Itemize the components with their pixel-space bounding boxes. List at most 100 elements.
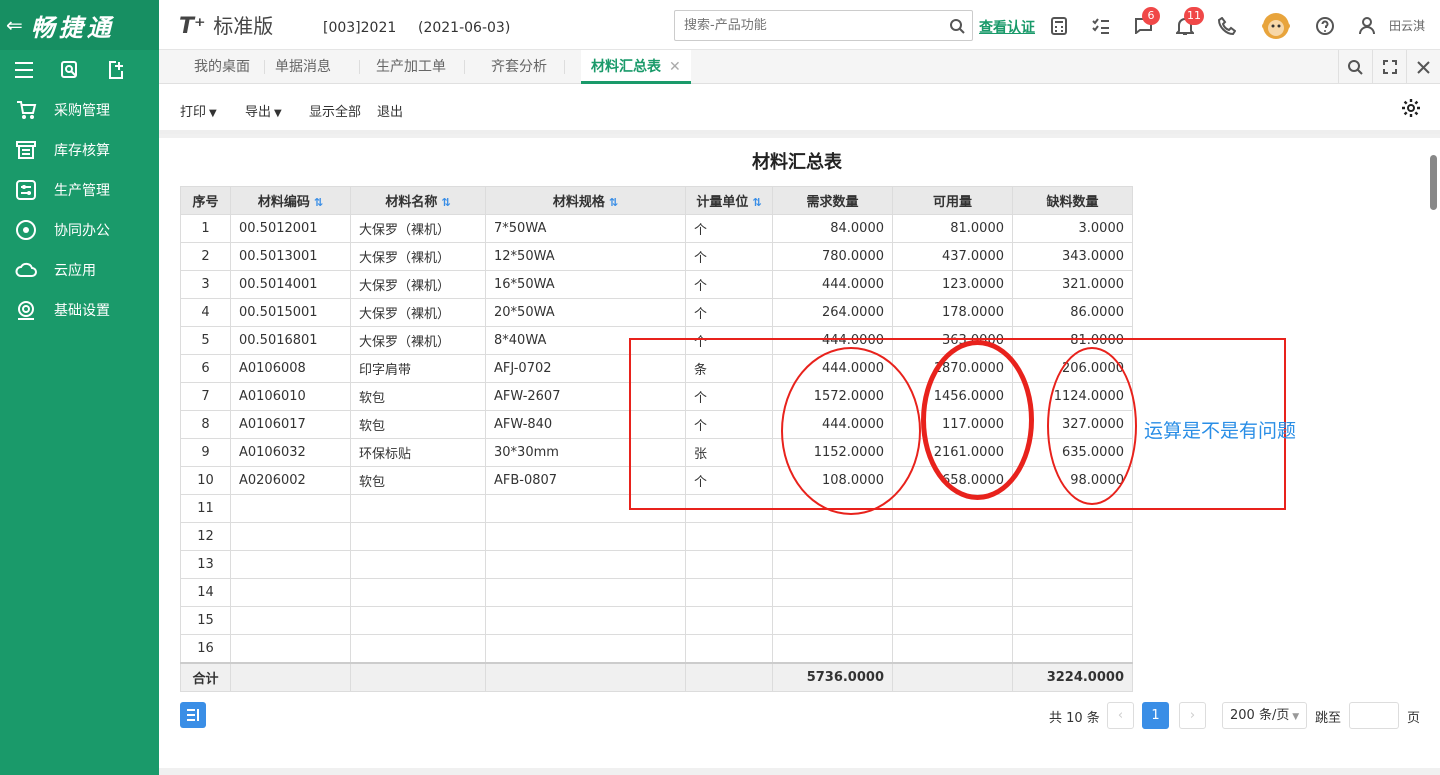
tab-production-order[interactable]: 生产加工单 — [376, 50, 446, 84]
table-cell: 大保罗（裸机） — [350, 214, 486, 243]
help-icon[interactable] — [1314, 15, 1336, 37]
table-row[interactable]: 1 00.5012001 大保罗（裸机） 7*50WA 个 84.0000 81.0000 3… — [180, 214, 1133, 243]
tab-kit-analysis[interactable]: 齐套分析 — [491, 50, 547, 84]
export-button[interactable]: 导出 ▼ — [245, 101, 282, 120]
table-header-row: 序号 材料编码 ⇅ 材料名称 ⇅ 材料规格 ⇅ 计量单位 ⇅ 需求数量 可用量 缺料数量 — [180, 186, 1133, 215]
table-cell — [350, 522, 486, 551]
table-cell: 178.0000 — [892, 298, 1013, 327]
jump-page-input[interactable] — [1349, 702, 1399, 729]
table-row[interactable]: 3 00.5014001 大保罗（裸机） 16*50WA 个 444.0000 123.00… — [180, 270, 1133, 299]
table-cell — [350, 494, 486, 523]
table-cell — [350, 550, 486, 579]
tab-separator — [464, 60, 465, 74]
tab-bar: 我的桌面 单据消息 生产加工单 齐套分析 材料汇总表 ✕ — [159, 50, 1440, 84]
sidebar-item-purchase[interactable]: 采购管理 — [0, 90, 159, 130]
menu-icon[interactable] — [14, 61, 34, 79]
table-row[interactable]: 2 00.5013001 大保罗（裸机） 12*50WA 个 780.0000 437.00… — [180, 242, 1133, 271]
user-icon[interactable] — [1356, 15, 1378, 37]
column-settings-button[interactable] — [180, 702, 206, 728]
table-cell — [1012, 578, 1133, 607]
col-header-name[interactable]: 材料名称 ⇅ — [350, 186, 486, 215]
table-row[interactable]: 12 — [180, 522, 1133, 551]
logo-text: 畅捷通 — [30, 13, 115, 42]
table-cell — [485, 634, 686, 663]
calculator-icon[interactable] — [1048, 15, 1070, 37]
sidebar-item-production[interactable]: 生产管理 — [0, 170, 159, 210]
show-all-button[interactable]: 显示全部 — [309, 101, 361, 120]
bell-icon[interactable]: 11 — [1174, 7, 1204, 37]
table-cell — [485, 578, 686, 607]
table-cell — [772, 634, 893, 663]
page-button-current[interactable]: 1 — [1142, 702, 1169, 729]
tab-separator — [564, 60, 565, 74]
sidebar-item-settings[interactable]: 基础设置 — [0, 290, 159, 330]
table-cell: 印字肩带 — [350, 354, 486, 383]
table-cell — [685, 606, 773, 635]
col-header-available: 可用量 — [892, 186, 1013, 215]
table-cell — [892, 522, 1013, 551]
table-cell — [772, 522, 893, 551]
logo: ⇐ 畅捷通 — [0, 0, 159, 50]
sidebar-item-inventory[interactable]: 库存核算 — [0, 130, 159, 170]
table-row[interactable]: 16 — [180, 634, 1133, 663]
table-cell — [350, 578, 486, 607]
user-name[interactable]: 田云淇 — [1389, 17, 1425, 34]
prev-page-button[interactable]: ‹ — [1107, 702, 1134, 729]
tab-material-summary[interactable]: 材料汇总表 ✕ — [581, 50, 691, 84]
sidebar-item-label: 基础设置 — [54, 303, 110, 319]
sidebar-item-label: 协同办公 — [54, 223, 110, 239]
table-cell: 13 — [180, 550, 231, 579]
date-label: (2021-06-03) — [418, 20, 511, 36]
sort-icon: ⇅ — [608, 196, 619, 209]
table-row[interactable]: 13 — [180, 550, 1133, 579]
close-icon[interactable]: ✕ — [669, 59, 681, 75]
table-row[interactable]: 14 — [180, 578, 1133, 607]
page-size-select[interactable]: 200 条/页 ▼ — [1222, 702, 1307, 729]
exit-button[interactable]: 退出 — [377, 101, 403, 120]
table-cell: 00.5014001 — [230, 270, 351, 299]
fullscreen-icon[interactable] — [1372, 50, 1406, 84]
page-suffix: 页 — [1407, 711, 1421, 726]
table-cell — [230, 494, 351, 523]
table-cell: 软包 — [350, 382, 486, 411]
verify-link[interactable]: 查看认证 — [979, 17, 1035, 37]
tab-separator — [264, 60, 265, 74]
table-cell — [892, 578, 1013, 607]
tab-desktop[interactable]: 我的桌面 — [194, 50, 250, 84]
col-header-unit[interactable]: 计量单位 ⇅ — [685, 186, 773, 215]
avatar[interactable] — [1260, 10, 1292, 42]
gear-icon[interactable] — [1401, 98, 1421, 122]
table-cell: 123.0000 — [892, 270, 1013, 299]
close-all-icon[interactable] — [1406, 50, 1440, 84]
table-cell: 00.5016801 — [230, 326, 351, 355]
col-header-shortage: 缺料数量 — [1012, 186, 1133, 215]
search-icon[interactable] — [942, 18, 972, 34]
col-header-spec[interactable]: 材料规格 ⇅ — [485, 186, 686, 215]
table-cell: 12*50WA — [485, 242, 686, 271]
table-cell: 1 — [180, 214, 231, 243]
tab-messages[interactable]: 单据消息 — [275, 50, 331, 84]
task-list-icon[interactable] — [1090, 15, 1112, 37]
col-header-code[interactable]: 材料编码 ⇅ — [230, 186, 351, 215]
tab-search-icon[interactable] — [1338, 50, 1372, 84]
search-doc-icon[interactable] — [60, 60, 80, 80]
table-cell: A0106032 — [230, 438, 351, 467]
table-row[interactable]: 15 — [180, 606, 1133, 635]
sidebar-item-office[interactable]: 协同办公 — [0, 210, 159, 250]
sidebar: ⇐ 畅捷通 采购管理 库存核算 生产管理 协同办公 云应用 基础设置 — [0, 0, 159, 775]
back-arrow-icon[interactable]: ⇐ — [6, 13, 23, 37]
vertical-scrollbar[interactable] — [1430, 155, 1437, 210]
print-button[interactable]: 打印 ▼ — [180, 101, 217, 120]
new-doc-icon[interactable] — [106, 60, 126, 80]
annotation-ellipse-shortage — [1047, 347, 1137, 505]
chevron-down-icon: ▼ — [209, 108, 217, 119]
table-cell — [485, 550, 686, 579]
search-input[interactable] — [675, 18, 942, 33]
table-cell — [485, 522, 686, 551]
sidebar-item-cloud[interactable]: 云应用 — [0, 250, 159, 290]
message-icon[interactable]: 6 — [1132, 7, 1160, 37]
table-cell — [230, 522, 351, 551]
table-row[interactable]: 4 00.5015001 大保罗（裸机） 20*50WA 个 264.0000 178.00… — [180, 298, 1133, 327]
next-page-button[interactable]: › — [1179, 702, 1206, 729]
phone-icon[interactable] — [1216, 15, 1238, 37]
